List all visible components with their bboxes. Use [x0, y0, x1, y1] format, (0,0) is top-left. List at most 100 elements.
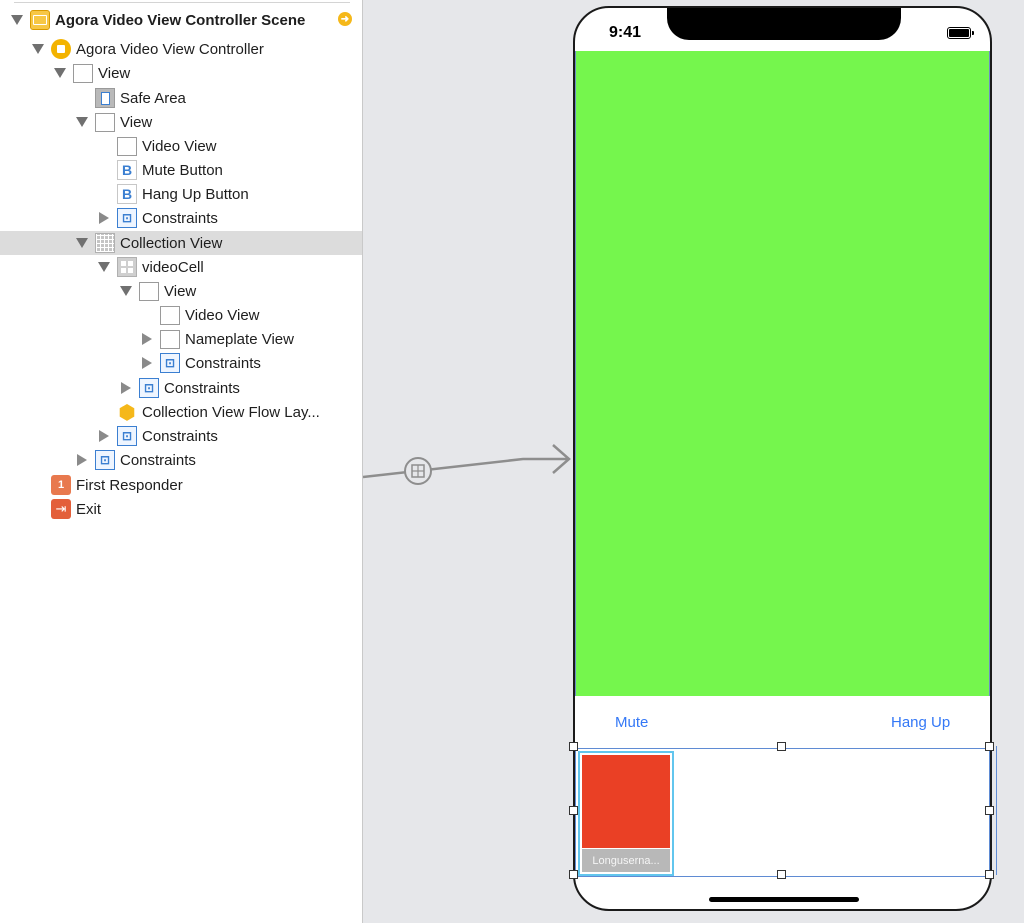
- selection-guide: [996, 746, 1002, 875]
- disclosure-closed-icon[interactable]: [97, 211, 111, 225]
- view-icon: [139, 281, 159, 301]
- button-icon: B: [117, 160, 137, 180]
- outline-row-cell-constraints[interactable]: ⊡ Constraints: [0, 376, 362, 400]
- outline-row-cell-view[interactable]: View: [0, 279, 362, 303]
- view-icon: [95, 112, 115, 132]
- outline-row-label: Constraints: [142, 209, 218, 227]
- outline-row-label: Collection View Flow Lay...: [142, 403, 320, 421]
- outline-row-exit[interactable]: ⇥ Exit: [0, 497, 362, 521]
- go-to-scene-icon[interactable]: ➜: [338, 12, 352, 26]
- outline-row-label: Constraints: [164, 379, 240, 397]
- home-indicator: [709, 897, 859, 902]
- constraints-icon: ⊡: [139, 378, 159, 398]
- disclosure-closed-icon[interactable]: [97, 429, 111, 443]
- outline-row-label: Constraints: [142, 427, 218, 445]
- outline-row-video-cell[interactable]: videoCell: [0, 255, 362, 279]
- disclosure-closed-icon[interactable]: [140, 356, 154, 370]
- outline-row-label: First Responder: [76, 476, 183, 494]
- disclosure-open-icon[interactable]: [31, 42, 45, 56]
- entry-segue-arrow[interactable]: [363, 430, 578, 510]
- outline-row-label: Video View: [142, 137, 217, 155]
- nameplate-view[interactable]: Longuserna...: [582, 849, 670, 872]
- outline-row-label: videoCell: [142, 258, 204, 276]
- cell-video-view[interactable]: [582, 755, 670, 848]
- button-icon: B: [117, 184, 137, 204]
- outline-row-view-controller[interactable]: Agora Video View Controller: [0, 37, 362, 61]
- outline-row-constraints[interactable]: ⊡ Constraints: [0, 206, 362, 230]
- disclosure-closed-icon[interactable]: [75, 453, 89, 467]
- outline-row-label: View: [164, 282, 197, 300]
- outline-row-view-inner[interactable]: View: [0, 110, 362, 134]
- outline-row-hang-up-button[interactable]: B Hang Up Button: [0, 182, 362, 206]
- resize-handle-bottom-right[interactable]: [985, 870, 994, 879]
- resize-handle-top-left[interactable]: [569, 742, 578, 751]
- document-outline: Agora Video View Controller Scene ➜ Agor…: [0, 0, 363, 923]
- disclosure-open-icon[interactable]: [75, 236, 89, 250]
- outline-row-label: Constraints: [120, 451, 196, 469]
- outline-row-label: Video View: [185, 306, 260, 324]
- status-bar-time: 9:41: [609, 24, 642, 41]
- disclosure-open-icon[interactable]: [10, 13, 24, 27]
- disclosure-open-icon[interactable]: [53, 66, 67, 80]
- outline-row-label: View: [98, 64, 131, 82]
- outline-divider: [14, 2, 350, 3]
- view-icon: [160, 329, 180, 349]
- exit-icon: ⇥: [51, 499, 71, 519]
- collection-view[interactable]: Longuserna...: [575, 748, 990, 877]
- outline-row-label: View: [120, 113, 153, 131]
- collection-view-icon: [95, 233, 115, 253]
- resize-handle-right[interactable]: [985, 806, 994, 815]
- outline-row-label: Exit: [76, 500, 102, 518]
- outline-row-cell-video-view[interactable]: Video View: [0, 303, 362, 327]
- iphone-frame: 9:41 Mute Hang Up Longuserna...: [573, 6, 992, 911]
- outline-row-view-constraints[interactable]: ⊡ Constraints: [0, 448, 362, 472]
- constraints-icon: ⊡: [117, 208, 137, 228]
- view-icon: [73, 63, 93, 83]
- outline-row-scene[interactable]: Agora Video View Controller Scene: [0, 8, 362, 32]
- outline-row-label: Agora Video View Controller: [76, 40, 264, 58]
- safe-area-icon: [95, 88, 115, 108]
- outline-row-safe-area[interactable]: Safe Area: [0, 86, 362, 110]
- mute-button[interactable]: Mute: [615, 714, 648, 731]
- outline-row-label: Agora Video View Controller Scene: [55, 11, 306, 29]
- outline-row-label: Mute Button: [142, 161, 223, 179]
- disclosure-closed-icon[interactable]: [140, 332, 154, 346]
- outline-row-nameplate-view[interactable]: Nameplate View: [0, 327, 362, 351]
- constraints-icon: ⊡: [117, 426, 137, 446]
- outline-row-mute-button[interactable]: B Mute Button: [0, 158, 362, 182]
- outline-row-video-view[interactable]: Video View: [0, 134, 362, 158]
- outline-row-label: Safe Area: [120, 89, 186, 107]
- outline-row-label: Constraints: [185, 354, 261, 372]
- resize-handle-top-right[interactable]: [985, 742, 994, 751]
- constraints-icon: ⊡: [160, 353, 180, 373]
- hang-up-button[interactable]: Hang Up: [891, 714, 950, 731]
- scene-icon: [30, 10, 50, 30]
- disclosure-open-icon[interactable]: [119, 284, 133, 298]
- battery-icon: [947, 27, 974, 39]
- notch: [667, 8, 901, 40]
- view-controller-icon: [51, 39, 71, 59]
- video-cell[interactable]: Longuserna...: [578, 751, 674, 876]
- outline-row-collection-constraints[interactable]: ⊡ Constraints: [0, 424, 362, 448]
- outline-row-view[interactable]: View: [0, 61, 362, 85]
- first-responder-icon: 1: [51, 475, 71, 495]
- resize-handle-bottom[interactable]: [777, 870, 786, 879]
- disclosure-closed-icon[interactable]: [119, 381, 133, 395]
- outline-row-label: Collection View: [120, 234, 223, 252]
- outline-row-label: Hang Up Button: [142, 185, 249, 203]
- outline-row-flow-layout[interactable]: ⬢ Collection View Flow Lay...: [0, 400, 362, 424]
- outline-row-collection-view[interactable]: Collection View: [0, 231, 362, 255]
- flow-layout-cube-icon: ⬢: [118, 401, 136, 424]
- disclosure-open-icon[interactable]: [75, 115, 89, 129]
- resize-handle-top[interactable]: [777, 742, 786, 751]
- outline-row-first-responder[interactable]: 1 First Responder: [0, 473, 362, 497]
- main-video-view[interactable]: [575, 51, 990, 696]
- outline-row-cell-view-constraints[interactable]: ⊡ Constraints: [0, 351, 362, 375]
- disclosure-open-icon[interactable]: [97, 260, 111, 274]
- constraints-icon: ⊡: [95, 450, 115, 470]
- collection-cell-icon: [117, 257, 137, 277]
- resize-handle-bottom-left[interactable]: [569, 870, 578, 879]
- resize-handle-left[interactable]: [569, 806, 578, 815]
- view-icon: [117, 136, 137, 156]
- view-icon: [160, 305, 180, 325]
